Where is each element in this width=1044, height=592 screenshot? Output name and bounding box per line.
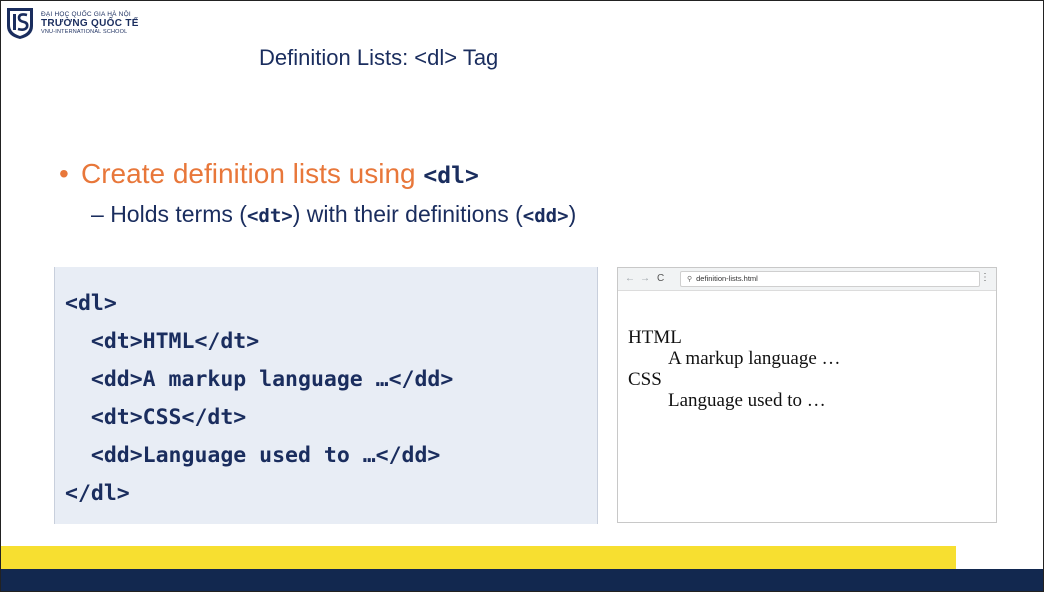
bullet-text: Create definition lists using bbox=[81, 158, 424, 189]
browser-toolbar: ← → C ⚲ definition-lists.html ⋮ bbox=[618, 268, 996, 291]
bullet-dot-icon: • bbox=[59, 158, 69, 189]
logo-line-3: VNU-INTERNATIONAL SCHOOL bbox=[41, 29, 128, 36]
dl-definition: Language used to … bbox=[668, 390, 826, 411]
slide-title: Definition Lists: <dl> Tag bbox=[259, 45, 499, 70]
footer-yellow-bar bbox=[1, 546, 956, 569]
dl-definition: A markup language … bbox=[668, 348, 841, 369]
footer-navy-bar bbox=[1, 569, 1043, 591]
menu-icon[interactable]: ⋮ bbox=[980, 272, 990, 283]
sub-dash: – bbox=[91, 201, 111, 227]
code-block: <dl> <dt>HTML</dt> <dd>A markup language… bbox=[65, 291, 454, 506]
bullet-code: <dl> bbox=[423, 163, 479, 189]
forward-arrow-icon[interactable]: → bbox=[640, 272, 650, 286]
back-arrow-icon[interactable]: ← bbox=[625, 272, 635, 286]
sub-bullet: – Holds terms (<dt>) with their definiti… bbox=[91, 201, 576, 228]
code-example: <dl> <dt>HTML</dt> <dd>A markup language… bbox=[54, 267, 598, 524]
address-bar[interactable]: ⚲ definition-lists.html bbox=[680, 271, 980, 287]
dl-term: CSS bbox=[628, 369, 662, 390]
school-name: ĐẠI HỌC QUỐC GIA HÀ NỘI TRƯỜNG QUỐC TẾ V… bbox=[41, 11, 139, 35]
sub-text-2: ) with their definitions ( bbox=[292, 201, 523, 227]
search-icon: ⚲ bbox=[687, 276, 693, 283]
sub-code-dt: <dt> bbox=[246, 205, 293, 227]
slide: ĐẠI HỌC QUỐC GIA HÀ NỘI TRƯỜNG QUỐC TẾ V… bbox=[0, 0, 1044, 592]
sub-text-1: Holds terms ( bbox=[110, 201, 247, 227]
dl-term: HTML bbox=[628, 327, 682, 348]
main-bullet: • Create definition lists using <dl> bbox=[59, 158, 479, 190]
browser-content: HTML A markup language … CSS Language us… bbox=[618, 291, 996, 411]
sub-code-dd: <dd> bbox=[522, 205, 569, 227]
reload-icon[interactable]: C bbox=[657, 272, 664, 286]
browser-preview: ← → C ⚲ definition-lists.html ⋮ HTML A ma… bbox=[617, 267, 997, 523]
url-text: definition-lists.html bbox=[696, 274, 758, 283]
sub-text-3: ) bbox=[568, 201, 577, 227]
school-logo: ĐẠI HỌC QUỐC GIA HÀ NỘI TRƯỜNG QUỐC TẾ V… bbox=[5, 6, 139, 40]
school-crest-icon bbox=[7, 8, 33, 39]
logo-line-2: TRƯỜNG QUỐC TẾ bbox=[41, 18, 139, 30]
